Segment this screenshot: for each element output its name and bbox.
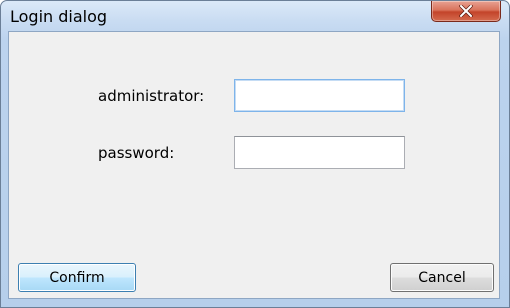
login-dialog-window: Login dialog administrator: password: Co… — [0, 0, 510, 308]
title-bar[interactable]: Login dialog — [1, 1, 509, 31]
close-button[interactable] — [431, 1, 501, 22]
password-label: password: — [98, 144, 175, 162]
confirm-button[interactable]: Confirm — [18, 263, 136, 292]
close-icon — [459, 5, 473, 17]
password-input[interactable] — [234, 136, 405, 169]
cancel-button[interactable]: Cancel — [390, 263, 494, 292]
administrator-label: administrator: — [98, 87, 205, 105]
administrator-input[interactable] — [234, 79, 405, 112]
window-title: Login dialog — [10, 7, 108, 26]
